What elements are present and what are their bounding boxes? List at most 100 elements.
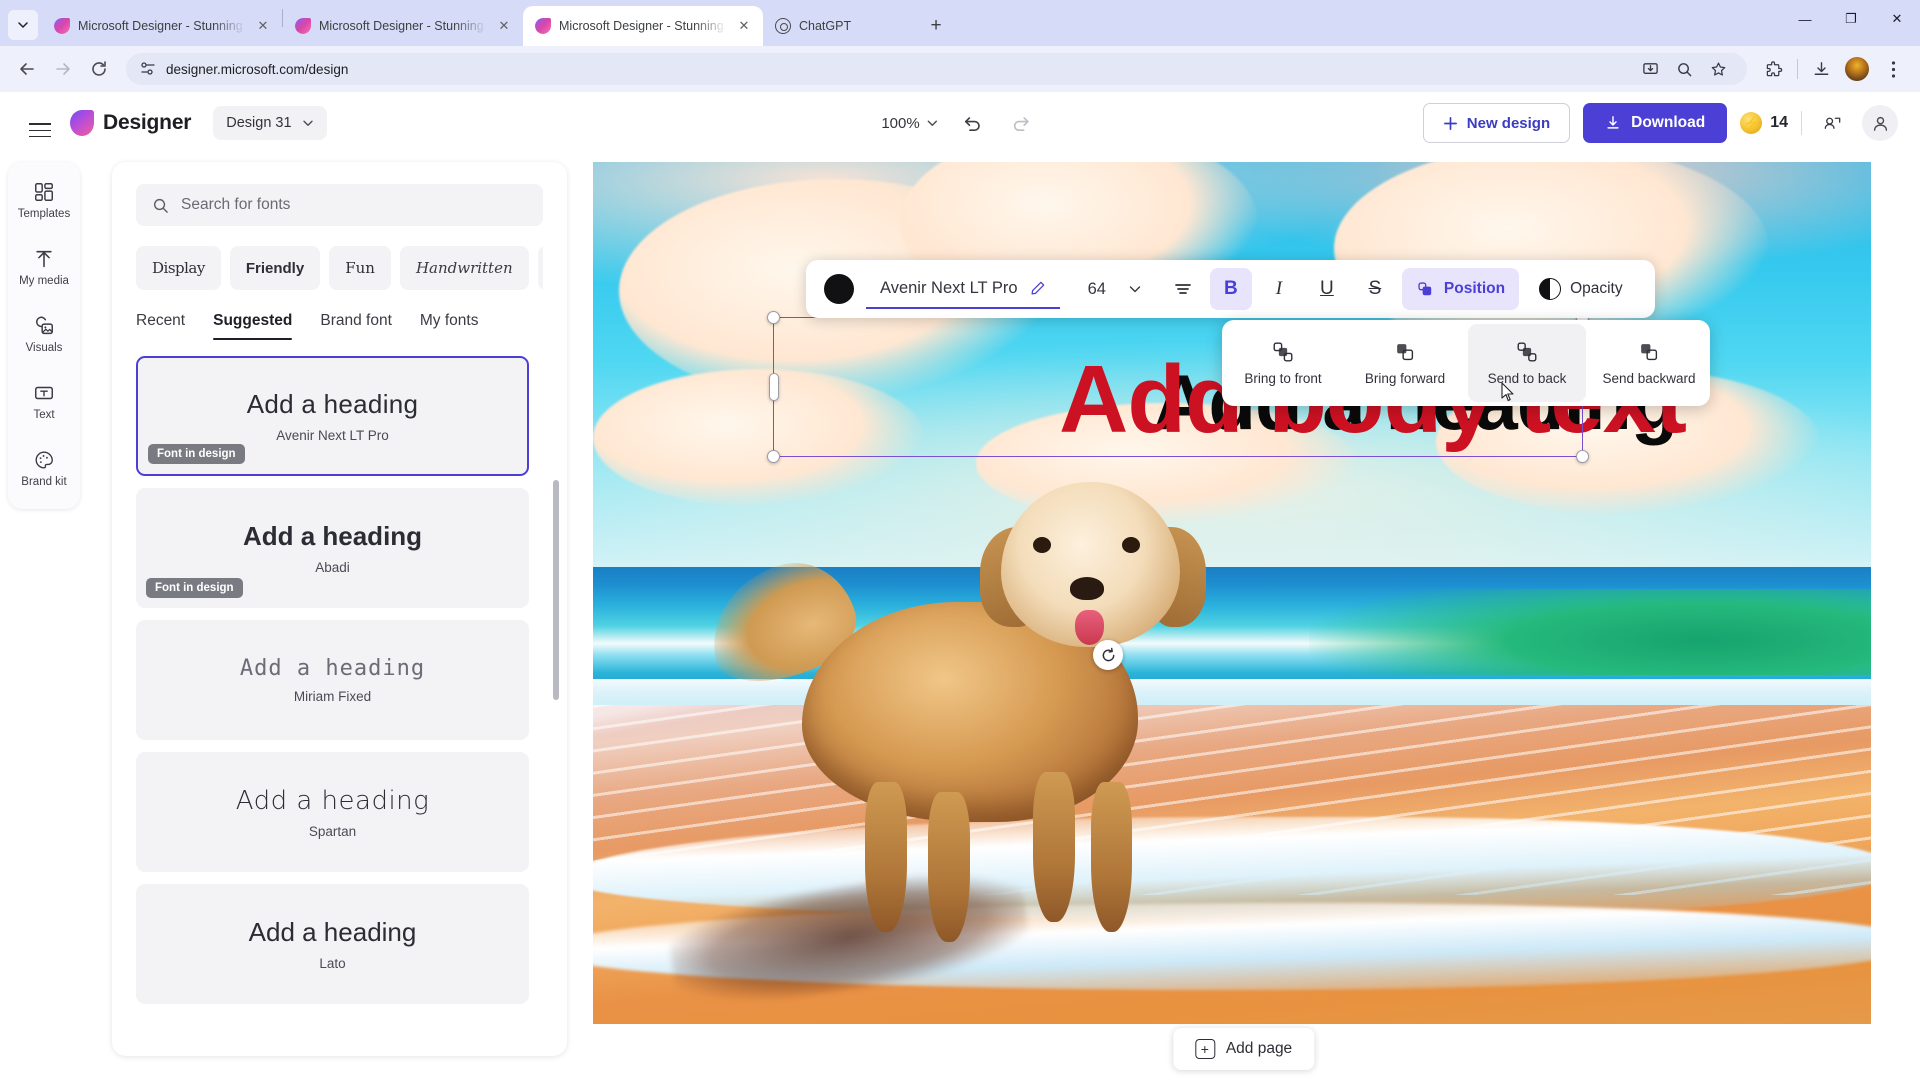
menu-item-send-to-back[interactable]: Send to back: [1468, 324, 1586, 402]
share-collaborate-icon[interactable]: [1815, 106, 1849, 140]
tab-brand-font[interactable]: Brand font: [320, 312, 392, 340]
brand-logo[interactable]: Designer: [70, 110, 191, 136]
font-card-abadi[interactable]: Add a heading Abadi Font in design: [136, 488, 529, 608]
close-icon[interactable]: ✕: [735, 17, 753, 35]
zoom-dropdown[interactable]: 100%: [881, 115, 938, 132]
new-design-button[interactable]: New design: [1422, 103, 1571, 143]
profile-avatar[interactable]: [1840, 52, 1874, 86]
tab-title: ChatGPT: [799, 19, 852, 33]
dog-leg: [865, 782, 908, 933]
design-name-dropdown[interactable]: Design 31: [213, 106, 327, 140]
credits-count: 14: [1770, 114, 1788, 131]
menu-item-send-backward[interactable]: Send backward: [1590, 324, 1708, 402]
browser-tabstrip: Microsoft Designer - Stunning d ✕ Micros…: [0, 0, 1920, 46]
tab-my-fonts[interactable]: My fonts: [420, 312, 479, 340]
chevron-down-icon: [302, 120, 313, 126]
font-name: Lato: [319, 956, 346, 971]
text-align-button[interactable]: [1162, 268, 1204, 310]
panel-scrollbar[interactable]: [553, 480, 559, 700]
sidebar-item-brand-kit[interactable]: Brand kit: [8, 444, 80, 493]
sidebar-item-label: My media: [19, 275, 69, 287]
site-settings-icon: [141, 62, 155, 75]
bold-button[interactable]: B: [1209, 268, 1252, 310]
sidebar-item-visuals[interactable]: Visuals: [8, 310, 80, 359]
underline-button[interactable]: U: [1306, 268, 1348, 310]
dog-illustration: [695, 472, 1232, 972]
font-card-miriam-fixed[interactable]: Add a heading Miriam Fixed: [136, 620, 529, 740]
maximize-button[interactable]: ❐: [1828, 0, 1874, 38]
tab-search-button[interactable]: [8, 10, 38, 40]
canvas-controls: 100%: [881, 106, 1038, 140]
sidebar-item-templates[interactable]: Templates: [8, 176, 80, 225]
sidebar-item-label: Brand kit: [21, 476, 67, 488]
browser-tab[interactable]: Microsoft Designer - Stunning d ✕: [283, 6, 523, 46]
new-tab-button[interactable]: +: [921, 11, 951, 41]
dog-leg: [1032, 772, 1075, 923]
opacity-icon: [1539, 278, 1562, 300]
bookmark-star-icon[interactable]: [1703, 54, 1733, 84]
font-in-design-badge: Font in design: [146, 578, 243, 598]
new-design-label: New design: [1466, 114, 1551, 132]
dog-nose: [1069, 577, 1104, 600]
close-icon[interactable]: ✕: [495, 17, 513, 35]
credits-indicator[interactable]: ⚡ 14: [1740, 112, 1788, 134]
rotate-handle[interactable]: [1093, 640, 1123, 670]
strikethrough-button[interactable]: S: [1354, 268, 1396, 310]
extensions-icon[interactable]: [1757, 52, 1791, 86]
dog-tongue: [1074, 609, 1104, 645]
forward-icon[interactable]: [46, 52, 80, 86]
sidebar-item-text[interactable]: Text: [8, 377, 80, 426]
font-name-value: Avenir Next LT Pro: [880, 278, 1018, 297]
font-card-lato[interactable]: Add a heading Lato: [136, 884, 529, 1004]
filter-chip-display[interactable]: Display: [136, 246, 221, 290]
tab-suggested[interactable]: Suggested: [213, 312, 293, 340]
filter-chip-more[interactable]: Mo: [537, 246, 543, 290]
search-input[interactable]: Search for fonts: [136, 184, 543, 226]
font-list[interactable]: Add a heading Avenir Next LT Pro Font in…: [136, 356, 543, 1056]
reload-icon[interactable]: [82, 52, 116, 86]
position-button[interactable]: Position: [1401, 268, 1520, 310]
designer-icon: [535, 18, 551, 34]
back-icon[interactable]: [10, 52, 44, 86]
font-size-dropdown[interactable]: 64: [1074, 269, 1156, 309]
browser-tab[interactable]: ChatGPT: [763, 6, 913, 46]
filter-chip-handwritten[interactable]: Handwritten: [399, 246, 529, 290]
font-filter-chips: Display Friendly Fun Handwritten Mo: [136, 246, 543, 290]
menu-item-bring-to-front[interactable]: Bring to front: [1224, 324, 1342, 402]
add-page-button[interactable]: + Add page: [1172, 1028, 1315, 1070]
menu-item-bring-forward[interactable]: Bring forward: [1346, 324, 1464, 402]
text-color-swatch[interactable]: [824, 274, 854, 304]
font-name-field[interactable]: Avenir Next LT Pro: [866, 269, 1060, 309]
downloads-icon[interactable]: [1804, 52, 1838, 86]
font-card-spartan[interactable]: Add a heading Spartan: [136, 752, 529, 872]
account-avatar[interactable]: [1862, 105, 1898, 141]
chatgpt-icon: [775, 18, 791, 34]
redo-icon[interactable]: [1005, 106, 1039, 140]
plus-icon: [1443, 116, 1457, 130]
search-placeholder: Search for fonts: [181, 196, 291, 213]
install-app-icon[interactable]: [1635, 54, 1665, 84]
add-page-label: Add page: [1225, 1040, 1293, 1057]
close-icon[interactable]: ✕: [254, 17, 272, 35]
download-icon: [1607, 116, 1619, 129]
tab-recent[interactable]: Recent: [136, 312, 185, 340]
opacity-button[interactable]: Opacity: [1525, 268, 1637, 310]
filter-chip-fun[interactable]: Fun: [329, 246, 391, 290]
browser-tab[interactable]: Microsoft Designer - Stunning d ✕: [42, 6, 282, 46]
italic-button[interactable]: I: [1258, 268, 1300, 310]
browser-tab-active[interactable]: Microsoft Designer - Stunning d ✕: [523, 6, 763, 46]
filter-chip-friendly[interactable]: Friendly: [229, 246, 321, 290]
minimize-button[interactable]: —: [1782, 0, 1828, 38]
position-icon: [1418, 281, 1432, 295]
window-close-button[interactable]: ✕: [1874, 0, 1920, 38]
sidebar-item-my-media[interactable]: My media: [8, 243, 80, 292]
download-button[interactable]: Download: [1583, 103, 1728, 143]
browser-toolbar: designer.microsoft.com/design: [0, 46, 1920, 92]
search-icon[interactable]: [1669, 54, 1699, 84]
undo-icon[interactable]: [955, 106, 989, 140]
address-bar[interactable]: designer.microsoft.com/design: [126, 53, 1747, 85]
design-name-label: Design 31: [226, 115, 292, 131]
font-card-avenir-next-lt-pro[interactable]: Add a heading Avenir Next LT Pro Font in…: [136, 356, 529, 476]
menu-icon[interactable]: [22, 105, 58, 141]
browser-menu-icon[interactable]: [1876, 52, 1910, 86]
